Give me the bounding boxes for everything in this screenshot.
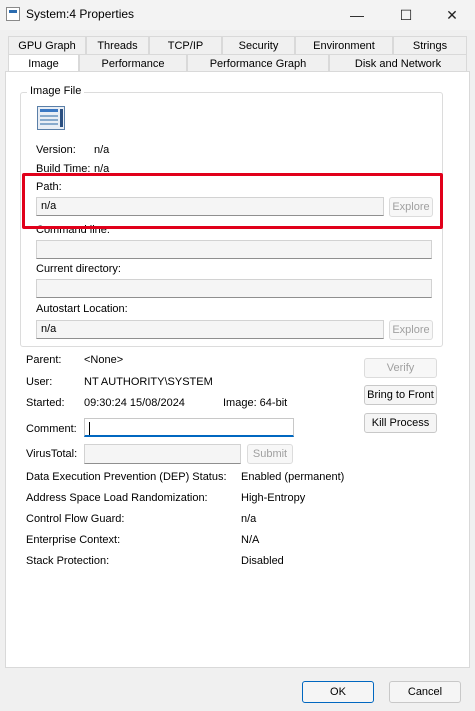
tab-disk-and-network[interactable]: Disk and Network: [329, 54, 467, 72]
enterprise-context-label: Enterprise Context:: [26, 534, 121, 546]
tab-security[interactable]: Security: [222, 36, 295, 54]
tab-environment[interactable]: Environment: [295, 36, 393, 54]
maximize-button[interactable]: ☐: [383, 0, 429, 30]
tab-row-bottom: Image Performance Performance Graph Disk…: [8, 54, 467, 72]
virustotal-field[interactable]: [84, 444, 241, 464]
autostart-location-field[interactable]: n/a: [36, 320, 384, 339]
started-value: 09:30:24 15/08/2024: [84, 397, 185, 409]
virustotal-label: VirusTotal:: [26, 448, 78, 460]
tab-performance-graph[interactable]: Performance Graph: [187, 54, 329, 72]
tab-threads[interactable]: Threads: [86, 36, 149, 54]
parent-label: Parent:: [26, 354, 62, 366]
minimize-button[interactable]: —: [334, 0, 380, 30]
comment-input[interactable]: [84, 418, 294, 437]
parent-value: <None>: [84, 354, 124, 366]
image-bitness: Image: 64-bit: [223, 397, 288, 409]
window-title: System:4 Properties: [26, 7, 135, 21]
tab-tcp-ip[interactable]: TCP/IP: [149, 36, 222, 54]
highlight-box: [22, 173, 443, 229]
command-line-field[interactable]: [36, 240, 432, 259]
submit-button[interactable]: Submit: [247, 444, 293, 464]
version-label: Version:: [36, 144, 76, 156]
app-icon: [6, 7, 20, 21]
tab-strings[interactable]: Strings: [393, 36, 467, 54]
image-file-group-label: Image File: [27, 85, 85, 97]
executable-icon: [37, 106, 65, 130]
current-directory-label: Current directory:: [36, 263, 121, 275]
kill-process-button[interactable]: Kill Process: [364, 413, 437, 433]
autostart-explore-button[interactable]: Explore: [389, 320, 433, 340]
autostart-location-label: Autostart Location:: [36, 303, 128, 315]
cfg-label: Control Flow Guard:: [26, 513, 125, 525]
tab-gpu-graph[interactable]: GPU Graph: [8, 36, 86, 54]
verify-button[interactable]: Verify: [364, 358, 437, 378]
ok-button[interactable]: OK: [302, 681, 374, 703]
close-button[interactable]: ✕: [429, 0, 475, 30]
dep-status-value: Enabled (permanent): [241, 471, 345, 483]
bring-to-front-button[interactable]: Bring to Front: [364, 385, 437, 405]
current-directory-field[interactable]: [36, 279, 432, 298]
aslr-value: High-Entropy: [241, 492, 306, 504]
user-label: User:: [26, 376, 53, 388]
cfg-value: n/a: [241, 513, 257, 525]
cancel-button[interactable]: Cancel: [389, 681, 461, 703]
comment-label: Comment:: [26, 423, 77, 435]
dep-status-label: Data Execution Prevention (DEP) Status:: [26, 471, 227, 483]
tab-image[interactable]: Image: [8, 54, 79, 72]
version-value: n/a: [94, 144, 110, 156]
enterprise-context-value: N/A: [241, 534, 260, 546]
stack-protection-label: Stack Protection:: [26, 555, 110, 567]
started-label: Started:: [26, 397, 65, 409]
stack-protection-value: Disabled: [241, 555, 284, 567]
aslr-label: Address Space Load Randomization:: [26, 492, 208, 504]
text-caret: [89, 422, 90, 435]
user-value: NT AUTHORITY\SYSTEM: [84, 376, 213, 388]
tab-row-top: GPU Graph Threads TCP/IP Security Enviro…: [8, 36, 467, 54]
tab-performance[interactable]: Performance: [79, 54, 187, 72]
